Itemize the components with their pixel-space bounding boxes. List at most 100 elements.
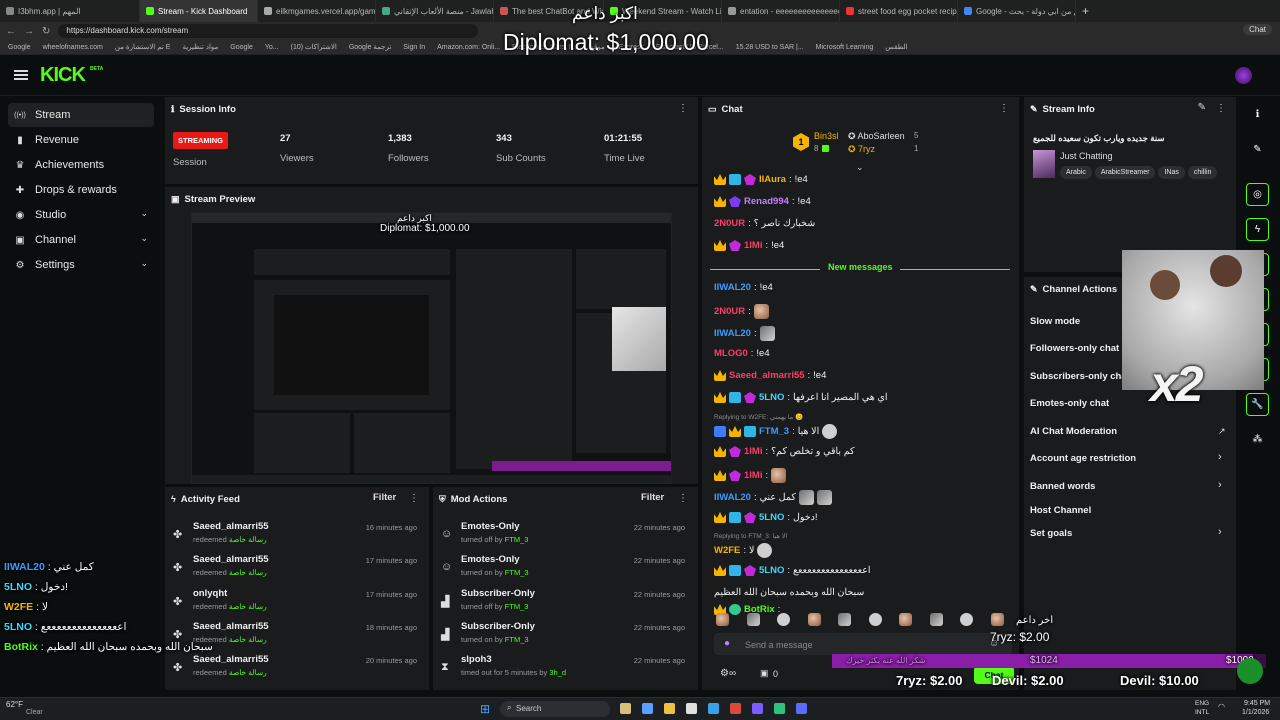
wrench-rail-icon[interactable]: 🔧 (1246, 393, 1269, 416)
activity-user[interactable]: Saeed_almarri55 (193, 554, 269, 565)
more-icon[interactable]: ⋮ (678, 103, 688, 114)
bookmark-item[interactable]: (10) الاشتراكات (291, 43, 337, 51)
sidebar-item-achievements[interactable]: ♛ Achievements (8, 153, 154, 177)
sidebar-item-stream[interactable]: ((•)) Stream (8, 103, 154, 127)
sidebar-item-drops-rewards[interactable]: ✚ Drops & rewards (8, 178, 154, 202)
taskbar-app-icon[interactable] (752, 703, 763, 714)
chevron-down-icon[interactable]: ⌄ (140, 233, 148, 244)
channel-action-emotes-only-chat[interactable]: Emotes-only chat (1030, 398, 1109, 409)
pencil-icon[interactable]: ✎ (1198, 102, 1206, 113)
tag-chip[interactable]: ArabicStreamer (1094, 166, 1156, 179)
bookmark-item[interactable]: Google (8, 44, 31, 51)
taskbar-app-icon[interactable] (620, 703, 631, 714)
chat-username[interactable]: MLOG0 (714, 348, 748, 359)
chat-username[interactable]: Saeed_almarri55 (729, 370, 805, 381)
lang-indicator[interactable]: ENG (1195, 700, 1209, 707)
sidebar-item-revenue[interactable]: ▮ Revenue (8, 128, 154, 152)
chat-button[interactable]: Chat (1243, 24, 1272, 35)
mod-action-by[interactable]: FTM_3 (505, 535, 529, 544)
bookmark-item[interactable]: Sign In (403, 44, 425, 51)
mod-action-by[interactable]: 3h_d (549, 668, 566, 677)
chat-username[interactable]: IIWAL20 (714, 282, 751, 293)
sidebar-item-channel[interactable]: ▣ Channel ⌄ (8, 228, 154, 252)
channel-action-followers-only-chat[interactable]: Followers-only chat (1030, 343, 1119, 354)
taskbar-app-icon[interactable] (664, 703, 675, 714)
browser-tab[interactable]: street food egg pocket recipe بيض (840, 0, 958, 22)
external-link-icon[interactable]: ↗ (1218, 426, 1226, 437)
taskbar-app-icon[interactable] (686, 703, 697, 714)
more-icon[interactable]: ⋮ (409, 493, 419, 504)
bookmark-item[interactable]: Amazon.com: Onli... (437, 44, 500, 51)
bookmark-item[interactable]: wheelofnames.com (43, 44, 103, 51)
emote-quick-item[interactable] (746, 613, 760, 626)
browser-tab[interactable]: eilkmgames.vercel.app/games/wh (258, 0, 376, 22)
browser-tab[interactable]: I3bhm.app | المهم (0, 0, 140, 22)
taskbar-app-icon[interactable] (708, 703, 719, 714)
channel-action-banned-words[interactable]: Banned words (1030, 481, 1095, 492)
taskbar-app-icon[interactable] (774, 703, 785, 714)
mic-icon[interactable]: ● (724, 638, 730, 649)
leader-name[interactable]: Bin3sl (814, 131, 839, 141)
new-tab-icon[interactable]: + (1082, 4, 1089, 18)
chat-username[interactable]: 5LNO (759, 565, 784, 576)
browser-tab-active[interactable]: Stream - Kick Dashboard (140, 0, 258, 22)
clock-time[interactable]: 9:45 PM (1244, 700, 1270, 707)
chat-username[interactable]: IIWAL20 (714, 328, 751, 339)
chat-username[interactable]: 2N0UR (714, 306, 745, 317)
chevron-down-icon[interactable]: ⌄ (140, 208, 148, 219)
chat-username[interactable]: IIWAL20 (714, 492, 751, 503)
chat-username[interactable]: IIAura (759, 174, 786, 185)
leader-name[interactable]: ✪ 7ryz (848, 144, 875, 155)
browser-tab[interactable]: منصة الألعاب الإتقاني - Jawlah | جولة (376, 0, 494, 22)
url-input[interactable]: https://dashboard.kick.com/stream (58, 24, 479, 38)
bolt-rail-icon[interactable]: ϟ (1246, 218, 1269, 241)
emote-quick-item[interactable] (716, 613, 729, 626)
activity-user[interactable]: Saeed_almarri55 (193, 621, 269, 632)
emote-quick-item[interactable] (838, 613, 851, 626)
emote-quick-item[interactable] (990, 613, 1004, 626)
kick-logo[interactable]: KICK (40, 64, 86, 87)
mod-filter-button[interactable]: Filter (641, 492, 664, 503)
forward-icon[interactable]: → (24, 26, 34, 37)
collapse-icon[interactable]: ⌄ (856, 162, 864, 173)
bookmark-item[interactable]: Microsoft Learning (816, 44, 874, 51)
start-icon[interactable]: ⊞ (480, 702, 490, 716)
bookmark-item[interactable]: الطقس (885, 43, 907, 51)
channel-action-subscribers-only-chat[interactable]: Subscribers-only chat (1030, 371, 1130, 382)
channel-action-ai-chat-moderation[interactable]: AI Chat Moderation (1030, 426, 1117, 437)
chat-username[interactable]: 5LNO (759, 392, 784, 403)
more-icon[interactable]: ⋮ (1216, 103, 1226, 114)
stream-preview-video[interactable]: اكبر داعم Diplomat: $1,000.00 (191, 212, 672, 484)
channel-action-host-channel[interactable]: Host Channel (1030, 505, 1091, 516)
chat-username[interactable]: 1IMi (744, 470, 762, 481)
tag-chip[interactable]: chillin (1187, 166, 1218, 179)
taskbar-app-icon[interactable] (796, 703, 807, 714)
bookmark-item[interactable]: Yo... (265, 44, 279, 51)
chat-username[interactable]: FTM_3 (759, 426, 789, 437)
bookmark-item[interactable]: 15.28 USD to SAR |... (736, 44, 804, 51)
reload-icon[interactable]: ↻ (42, 26, 50, 37)
category-name[interactable]: Just Chatting (1060, 151, 1113, 161)
more-icon[interactable]: ⋮ (678, 493, 688, 504)
more-icon[interactable]: ⋮ (999, 103, 1009, 114)
chat-username[interactable]: 1IMi (744, 446, 762, 457)
bookmark-item[interactable]: Google ترجمة (349, 43, 391, 51)
emote-quick-item[interactable] (868, 613, 882, 626)
sidebar-item-studio[interactable]: ◉ Studio ⌄ (8, 203, 154, 227)
channel-action-slow-mode[interactable]: Slow mode (1030, 316, 1080, 327)
emote-quick-item[interactable] (899, 613, 912, 626)
activity-filter-button[interactable]: Filter (373, 492, 396, 503)
mod-action-by[interactable]: FTM_3 (505, 602, 529, 611)
taskbar-app-icon[interactable] (642, 703, 653, 714)
channel-action-set-goals[interactable]: Set goals (1030, 528, 1072, 539)
mod-action-by[interactable]: FTM_3 (505, 568, 529, 577)
settings-icon[interactable]: ⚙∞ (720, 668, 736, 679)
emote-quick-item[interactable] (807, 613, 821, 626)
sidebar-item-settings[interactable]: ⚙ Settings ⌄ (8, 253, 154, 277)
edit-rail-icon[interactable]: ✎ (1246, 138, 1269, 161)
chat-username[interactable]: 2N0UR (714, 218, 745, 229)
chat-username[interactable]: W2FE (714, 545, 740, 556)
menu-icon[interactable] (14, 70, 28, 80)
back-icon[interactable]: ← (6, 26, 16, 37)
bookmark-item[interactable]: Google (230, 44, 253, 51)
